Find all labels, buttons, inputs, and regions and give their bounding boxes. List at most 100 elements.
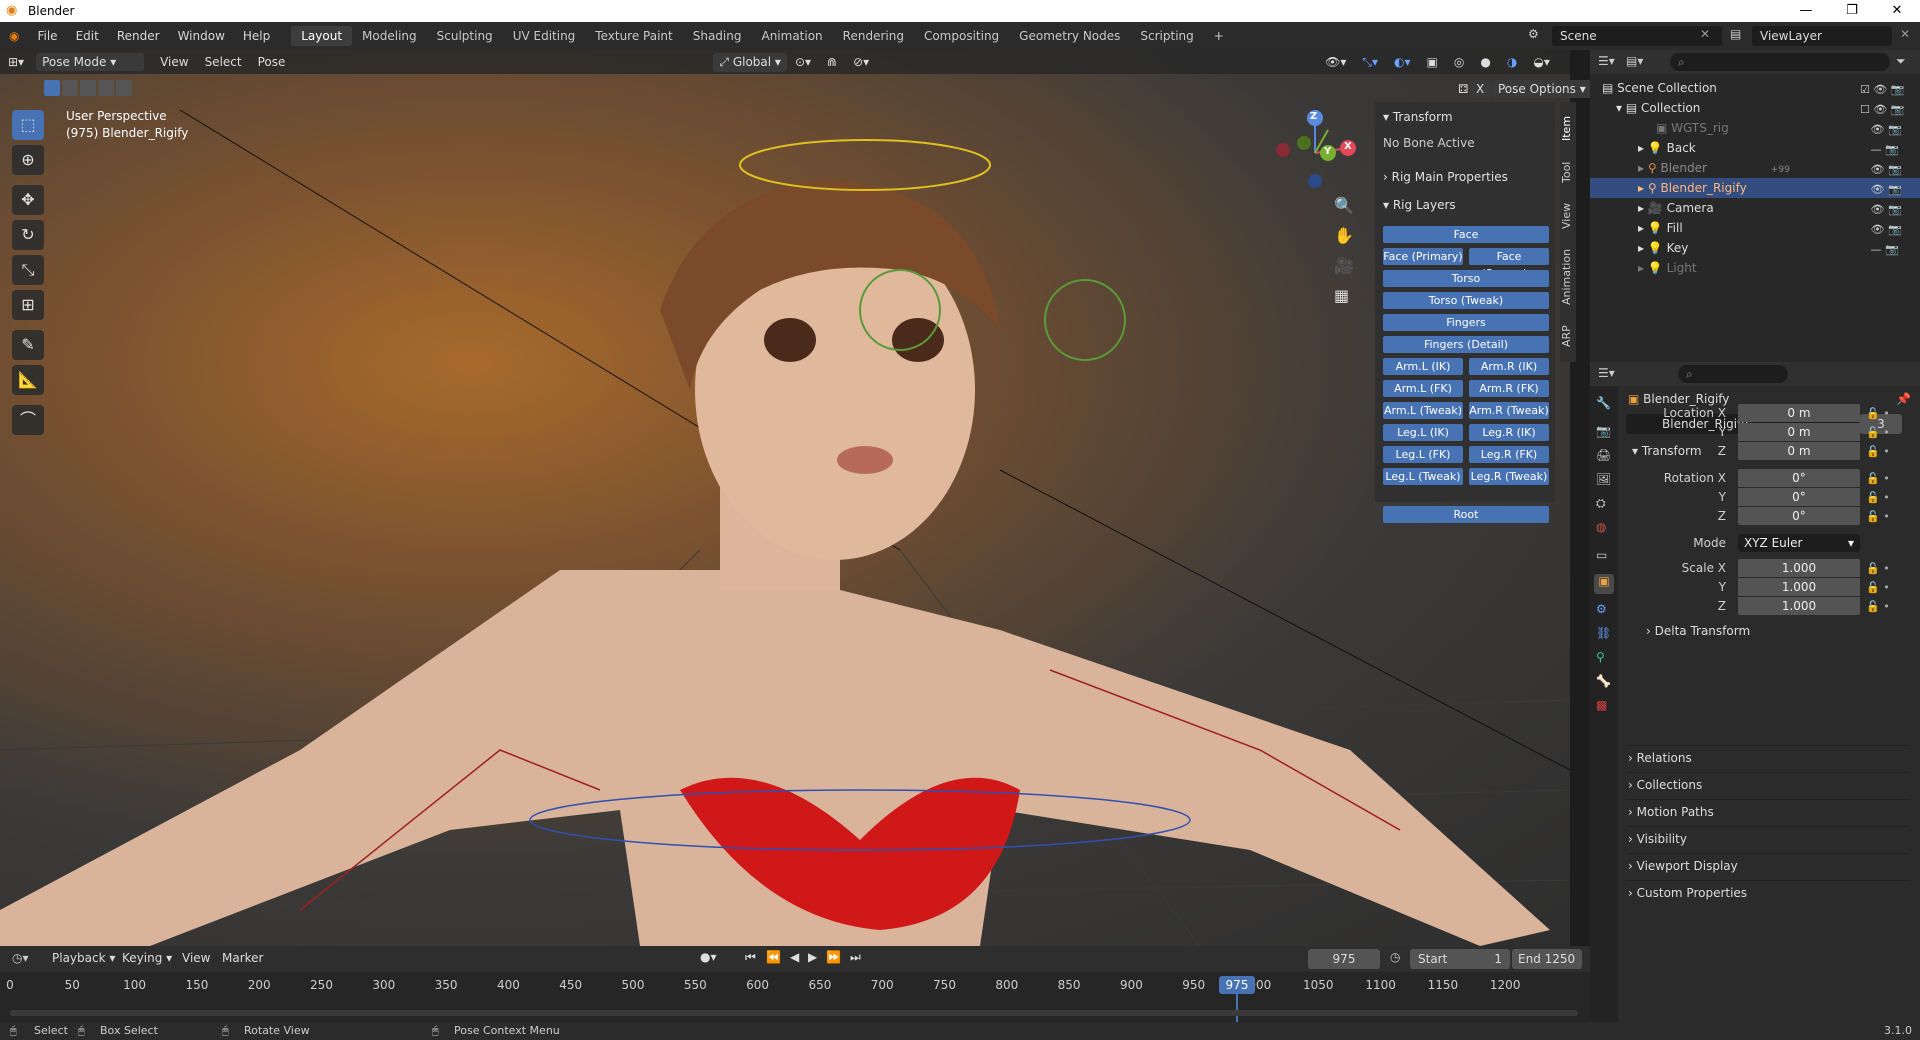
timeline-scrollbar[interactable] (10, 1010, 1578, 1016)
xray-icon[interactable]: ▣ (1419, 55, 1446, 69)
workspace-tab-sculpting[interactable]: Sculpting (427, 26, 503, 46)
layer-arm-r-tweak-button[interactable]: Arm.R (Tweak) (1469, 402, 1549, 419)
transform-orientation-selector[interactable]: ⤢ Global ▾ (713, 52, 787, 72)
workspace-tab-geometry-nodes[interactable]: Geometry Nodes (1009, 26, 1130, 46)
scene-selector[interactable]: Scene (1552, 26, 1722, 46)
tool-transform[interactable]: ⊞ (12, 290, 44, 320)
close-button[interactable]: ✕ (1874, 0, 1920, 22)
sidebar-tab-animation[interactable]: Animation (1560, 242, 1576, 312)
workspace-tab-rendering[interactable]: Rendering (833, 26, 914, 46)
tool-select-box[interactable]: ⬚ (12, 110, 44, 140)
workspace-tab-texture-paint[interactable]: Texture Paint (585, 26, 682, 46)
lock-icon[interactable]: 🔓 • (1866, 597, 1894, 616)
visibility-toggle-icon[interactable]: 👁 📷 (1860, 220, 1916, 240)
timeline-menu-marker[interactable]: Marker (222, 951, 263, 965)
viewport-menu-select[interactable]: Select (197, 55, 250, 69)
pose-option-icon[interactable]: ⚃ (1452, 80, 1468, 98)
shading-wireframe-icon[interactable]: ◎ (1446, 55, 1472, 69)
shading-rendered-icon[interactable]: ◒▾ (1525, 55, 1558, 69)
start-frame-field[interactable]: Start 1 (1410, 949, 1510, 969)
tool-measure[interactable]: 📐 (12, 365, 44, 395)
section-motion-paths[interactable]: › Motion Paths (1628, 799, 1908, 823)
tool-cursor[interactable]: ⊕ (12, 145, 44, 175)
prev-keyframe-icon[interactable]: ⏪ (766, 950, 781, 964)
workspace-tab-shading[interactable]: Shading (683, 26, 752, 46)
scale-y-field[interactable]: 1.000 (1738, 578, 1860, 596)
shading-solid-icon[interactable]: ● (1472, 55, 1498, 69)
select-extend-icon[interactable] (62, 80, 78, 96)
end-frame-field[interactable]: End 1250 (1512, 949, 1582, 969)
camera-view-icon[interactable]: 🎥 (1334, 256, 1354, 275)
add-workspace-button[interactable]: + (1204, 26, 1234, 46)
section-relations[interactable]: › Relations (1628, 745, 1908, 769)
delta-transform-section[interactable]: › Delta Transform (1646, 624, 1750, 638)
visibility-toggle-icon[interactable]: ☑ 👁 📷 (1860, 80, 1916, 100)
select-new-icon[interactable] (44, 80, 60, 96)
viewlayer-selector[interactable]: ViewLayer (1752, 26, 1892, 46)
lock-icon[interactable]: 🔓 • (1866, 507, 1894, 526)
menu-file[interactable]: File (28, 29, 66, 43)
layer-fingers-button[interactable]: Fingers (1383, 314, 1549, 331)
layer-leg-l-tweak-button[interactable]: Leg.L (Tweak) (1383, 468, 1463, 485)
transform-panel-header[interactable]: ▾ Transform (1375, 106, 1461, 128)
rotation-z-field[interactable]: 0° (1738, 507, 1860, 525)
play-reverse-icon[interactable]: ◀ (790, 950, 799, 964)
lock-icon[interactable]: 🔓 • (1866, 578, 1894, 597)
scene-icon[interactable]: ⚙ (1528, 27, 1539, 41)
shading-material-icon[interactable]: ◑ (1499, 55, 1525, 69)
pose-options-dropdown[interactable]: Pose Options ▾ (1492, 80, 1592, 98)
outliner-display-mode-icon[interactable]: ▤▾ (1626, 54, 1643, 68)
editor-type-icon[interactable]: ⊞▾ (0, 55, 32, 69)
layer-leg-l-fk-button[interactable]: Leg.L (FK) (1383, 446, 1463, 463)
jump-start-icon[interactable]: ⏮ (745, 950, 756, 965)
menu-help[interactable]: Help (234, 29, 279, 43)
mode-selector[interactable]: Pose Mode ▾ (36, 53, 145, 71)
layer-arm-r-fk-button[interactable]: Arm.R (FK) (1469, 380, 1549, 397)
pose-x-mirror-toggle[interactable]: X (1470, 80, 1491, 98)
sidebar-tab-tool[interactable]: Tool (1560, 154, 1576, 190)
viewlayer-icon[interactable]: ▤ (1730, 27, 1741, 41)
object-tab-icon[interactable]: ▣ (1594, 574, 1614, 594)
timeline-editor-type-icon[interactable]: ◷▾ (12, 951, 29, 965)
physics-tab-icon[interactable]: ⚲ (1596, 650, 1605, 664)
tool-bone-envelope[interactable]: ⌒ (12, 405, 44, 435)
lock-icon[interactable]: 🔓 • (1866, 488, 1894, 507)
tool-rotate[interactable]: ↻ (12, 220, 44, 250)
layer-face-primary-button[interactable]: Face (Primary) (1383, 248, 1463, 265)
modifiers-tab-icon[interactable]: ⚙ (1596, 602, 1607, 616)
maximize-button[interactable]: ❐ (1829, 0, 1875, 22)
location-z-field[interactable]: 0 m (1738, 442, 1860, 460)
timeline-menu-keying[interactable]: Keying ▾ (122, 951, 172, 965)
render-tab-icon[interactable]: 📷 (1596, 424, 1611, 438)
tool-move[interactable]: ✥ (12, 185, 44, 215)
layer-fingers-detail-button[interactable]: Fingers (Detail) (1383, 336, 1549, 353)
record-icon[interactable]: ●▾ (700, 950, 717, 964)
scene-remove-icon[interactable]: ✕ (1700, 27, 1710, 41)
view-layer-tab-icon[interactable]: 🖼 (1596, 472, 1611, 486)
layer-arm-l-fk-button[interactable]: Arm.L (FK) (1383, 380, 1463, 397)
output-tab-icon[interactable]: 🖨 (1596, 448, 1611, 462)
workspace-tab-scripting[interactable]: Scripting (1130, 26, 1203, 46)
rotation-y-field[interactable]: 0° (1738, 488, 1860, 506)
section-visibility[interactable]: › Visibility (1628, 826, 1908, 850)
menu-edit[interactable]: Edit (67, 29, 108, 43)
visibility-toggle-icon[interactable]: 👁 📷 (1860, 200, 1916, 220)
lock-icon[interactable]: 🔓 • (1866, 404, 1894, 423)
menu-render[interactable]: Render (108, 29, 169, 43)
viewport-menu-pose[interactable]: Pose (250, 55, 294, 69)
lock-icon[interactable]: 🔓 • (1866, 559, 1894, 578)
select-invert-icon[interactable] (98, 80, 114, 96)
layer-torso-button[interactable]: Torso (1383, 270, 1549, 287)
timeline-menu-playback[interactable]: Playback ▾ (52, 951, 115, 965)
workspace-tab-animation[interactable]: Animation (751, 26, 832, 46)
sidebar-tab-view[interactable]: View (1560, 196, 1576, 236)
constraints-tab-icon[interactable]: ⛓ (1596, 626, 1611, 640)
pin-icon[interactable]: 📌 (1896, 392, 1911, 406)
outliner-filter-icon[interactable]: ⏷ (1896, 54, 1906, 69)
collection-tab-icon[interactable]: ▭ (1596, 548, 1607, 562)
workspace-tab-modeling[interactable]: Modeling (352, 26, 427, 46)
visibility-toggle-icon[interactable]: 👁 📷 (1860, 120, 1916, 140)
overlay-toggle-icon[interactable]: ◐▾ (1386, 55, 1419, 69)
layer-face-secondary-button[interactable]: Face (Second... (1469, 248, 1549, 280)
pan-hand-icon[interactable]: ✋ (1334, 226, 1354, 245)
